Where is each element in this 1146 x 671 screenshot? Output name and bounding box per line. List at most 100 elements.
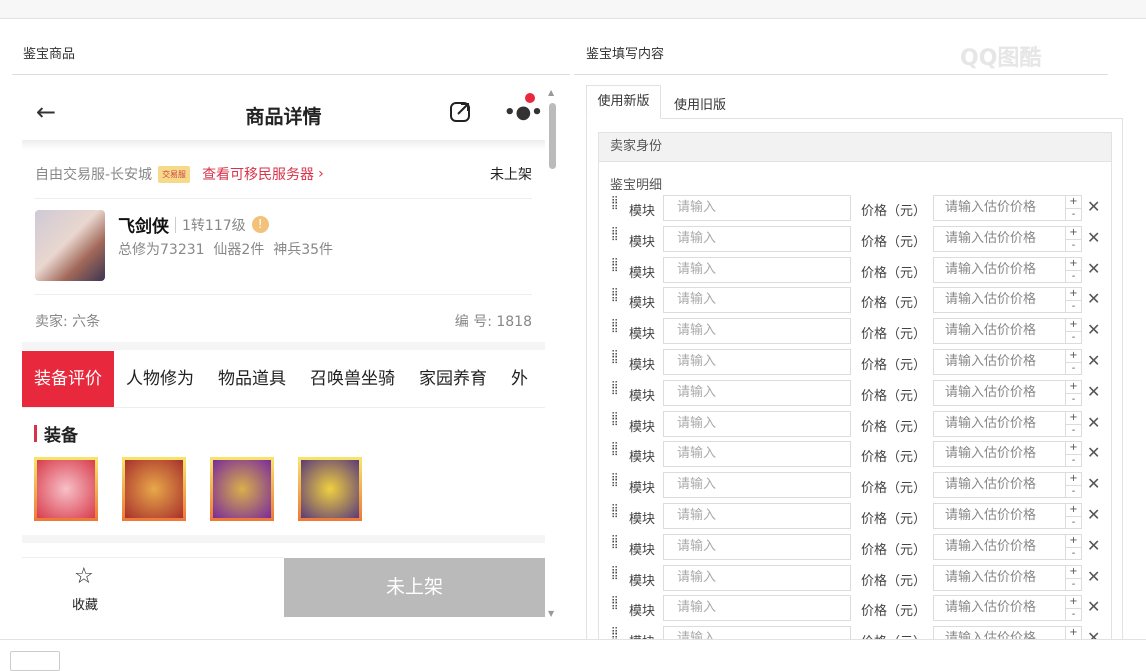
remove-row-icon[interactable]: ✕ — [1087, 597, 1100, 616]
decrement-button[interactable]: - — [1066, 485, 1081, 498]
price-stepper[interactable]: +- — [1065, 533, 1082, 560]
price-input[interactable]: 请输入估价价格 — [933, 256, 1066, 283]
increment-button[interactable]: + — [1066, 627, 1081, 639]
remove-row-icon[interactable]: ✕ — [1087, 320, 1100, 339]
increment-button[interactable]: + — [1066, 381, 1081, 393]
price-stepper[interactable]: +- — [1065, 287, 1082, 314]
remove-row-icon[interactable]: ✕ — [1087, 351, 1100, 370]
decrement-button[interactable]: - — [1066, 392, 1081, 406]
price-input[interactable]: 请输入估价价格 — [933, 349, 1066, 375]
module-input[interactable]: 请输入 — [663, 256, 851, 283]
increment-button[interactable]: + — [1066, 288, 1081, 300]
price-stepper[interactable]: +- — [1065, 472, 1082, 499]
decrement-button[interactable]: - — [1066, 423, 1081, 437]
increment-button[interactable]: + — [1066, 504, 1081, 516]
equipment-helmet[interactable] — [298, 457, 362, 521]
module-input[interactable]: 请输入 — [663, 379, 851, 406]
price-stepper[interactable]: +- — [1065, 595, 1082, 622]
price-stepper[interactable]: +- — [1065, 318, 1082, 345]
module-input[interactable]: 请输入 — [663, 349, 851, 375]
drag-handle-icon[interactable]: ⠿ ⠿ — [611, 597, 619, 613]
increment-button[interactable]: + — [1066, 258, 1081, 270]
share-icon[interactable] — [449, 101, 471, 123]
tab-new-version[interactable]: 使用新版 — [586, 85, 661, 119]
price-stepper[interactable]: +- — [1065, 503, 1082, 529]
increment-button[interactable]: + — [1066, 227, 1081, 239]
tab-equipment[interactable]: 装备评价 — [22, 351, 114, 407]
tab-appearance[interactable]: 外 — [499, 351, 540, 407]
remove-row-icon[interactable]: ✕ — [1087, 197, 1100, 216]
decrement-button[interactable]: - — [1066, 577, 1081, 591]
decrement-button[interactable]: - — [1066, 454, 1081, 467]
remove-row-icon[interactable]: ✕ — [1087, 259, 1100, 278]
decrement-button[interactable]: - — [1066, 362, 1081, 375]
decrement-button[interactable]: - — [1066, 269, 1081, 283]
module-input[interactable]: 请输入 — [663, 533, 851, 560]
drag-handle-icon[interactable]: ⠿ ⠿ — [611, 197, 619, 213]
price-stepper[interactable]: +- — [1065, 379, 1082, 406]
remove-row-icon[interactable]: ✕ — [1087, 628, 1100, 639]
increment-button[interactable]: + — [1066, 566, 1081, 578]
drag-handle-icon[interactable]: ⠿ ⠿ — [611, 351, 619, 367]
drag-handle-icon[interactable]: ⠿ ⠿ — [611, 566, 619, 582]
module-input[interactable]: 请输入 — [663, 564, 851, 591]
tab-old-version[interactable]: 使用旧版 — [674, 94, 726, 113]
drag-handle-icon[interactable]: ⠿ ⠿ — [611, 628, 619, 639]
price-input[interactable]: 请输入估价价格 — [933, 195, 1066, 221]
drag-handle-icon[interactable]: ⠿ ⠿ — [611, 474, 619, 490]
drag-handle-icon[interactable]: ⠿ ⠿ — [611, 227, 619, 243]
price-input[interactable]: 请输入估价价格 — [933, 472, 1066, 499]
price-stepper[interactable]: +- — [1065, 410, 1082, 437]
remove-row-icon[interactable]: ✕ — [1087, 474, 1100, 493]
tab-items[interactable]: 物品道具 — [206, 351, 298, 407]
favorite-label[interactable]: 收藏 — [72, 594, 98, 613]
decrement-button[interactable]: - — [1066, 208, 1081, 221]
price-stepper[interactable]: +- — [1065, 441, 1082, 468]
unlisted-button[interactable]: 未上架 — [284, 558, 545, 617]
remove-row-icon[interactable]: ✕ — [1087, 443, 1100, 462]
drag-handle-icon[interactable]: ⠿ ⠿ — [611, 289, 619, 305]
module-input[interactable]: 请输入 — [663, 595, 851, 622]
price-input[interactable]: 请输入估价价格 — [933, 626, 1066, 639]
tab-summons[interactable]: 召唤兽坐骑 — [298, 351, 407, 407]
price-input[interactable]: 请输入估价价格 — [933, 379, 1066, 406]
remove-row-icon[interactable]: ✕ — [1087, 536, 1100, 555]
star-icon[interactable]: ☆ — [74, 564, 94, 589]
price-stepper[interactable]: +- — [1065, 626, 1082, 639]
decrement-button[interactable]: - — [1066, 608, 1081, 621]
module-input[interactable]: 请输入 — [663, 195, 851, 221]
equipment-robe[interactable] — [210, 457, 274, 521]
price-input[interactable]: 请输入估价价格 — [933, 410, 1066, 437]
remove-row-icon[interactable]: ✕ — [1087, 289, 1100, 308]
module-input[interactable]: 请输入 — [663, 287, 851, 314]
decrement-button[interactable]: - — [1066, 516, 1081, 529]
module-input[interactable]: 请输入 — [663, 318, 851, 345]
price-input[interactable]: 请输入估价价格 — [933, 564, 1066, 591]
price-input[interactable]: 请输入估价价格 — [933, 318, 1066, 345]
price-input[interactable]: 请输入估价价格 — [933, 595, 1066, 622]
decrement-button[interactable]: - — [1066, 331, 1081, 344]
remove-row-icon[interactable]: ✕ — [1087, 382, 1100, 401]
increment-button[interactable]: + — [1066, 473, 1081, 485]
equipment-armor[interactable] — [122, 457, 186, 521]
decrement-button[interactable]: - — [1066, 546, 1081, 560]
module-input[interactable]: 请输入 — [663, 503, 851, 529]
decrement-button[interactable]: - — [1066, 238, 1081, 252]
tab-character[interactable]: 人物修为 — [114, 351, 206, 407]
increment-button[interactable]: + — [1066, 596, 1081, 608]
remove-row-icon[interactable]: ✕ — [1087, 228, 1100, 247]
remove-row-icon[interactable]: ✕ — [1087, 567, 1100, 586]
price-stepper[interactable]: +- — [1065, 564, 1082, 591]
price-stepper[interactable]: +- — [1065, 349, 1082, 375]
decrement-button[interactable]: - — [1066, 300, 1081, 313]
drag-handle-icon[interactable]: ⠿ ⠿ — [611, 320, 619, 336]
module-input[interactable]: 请输入 — [663, 472, 851, 499]
increment-button[interactable]: + — [1066, 442, 1081, 454]
price-stepper[interactable]: +- — [1065, 256, 1082, 283]
migrate-link[interactable]: 查看可移民服务器 — [202, 164, 314, 184]
scrollbar-thumb[interactable] — [549, 103, 556, 169]
bottom-button[interactable] — [10, 651, 60, 671]
price-stepper[interactable]: +- — [1065, 195, 1082, 221]
tab-home[interactable]: 家园养育 — [407, 351, 499, 407]
price-input[interactable]: 请输入估价价格 — [933, 533, 1066, 560]
